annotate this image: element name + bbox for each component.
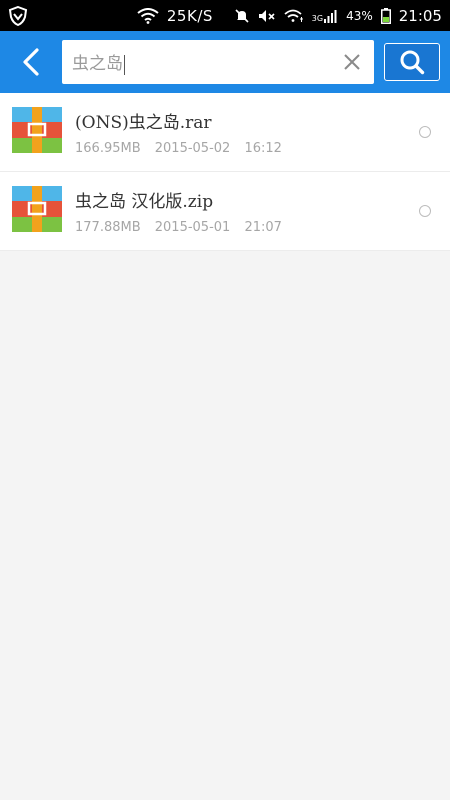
list-item[interactable]: 虫之岛 汉化版.zip 177.88MB 2015-05-01 21:07 (0, 172, 450, 251)
search-toolbar: 虫之岛 (0, 31, 450, 93)
file-time: 16:12 (244, 141, 282, 156)
volume-muted-icon (258, 9, 276, 23)
list-item[interactable]: (ONS)虫之岛.rar 166.95MB 2015-05-02 16:12 (0, 93, 450, 172)
file-size: 177.88MB (75, 220, 141, 235)
file-meta: 166.95MB 2015-05-02 16:12 (75, 141, 450, 156)
network-speed: 25K/S (166, 6, 213, 25)
battery-percent: 43% (346, 8, 373, 23)
clear-search-button[interactable] (340, 50, 364, 74)
close-icon (344, 54, 360, 70)
back-button[interactable] (0, 31, 62, 93)
back-arrow-icon (22, 48, 40, 76)
cell-signal-icon: 3G (312, 9, 338, 23)
archive-file-icon (0, 107, 75, 157)
select-radio[interactable] (419, 205, 431, 217)
search-input-text: 虫之岛 (72, 49, 340, 75)
wifi-icon (137, 7, 159, 24)
search-button[interactable] (384, 43, 440, 81)
wifi-signal-icon (284, 8, 304, 24)
search-icon (399, 49, 425, 75)
file-name: (ONS)虫之岛.rar (75, 113, 212, 133)
file-meta: 177.88MB 2015-05-01 21:07 (75, 220, 450, 235)
shield-icon (8, 5, 28, 26)
battery-icon (380, 7, 391, 24)
status-bar: 25K/S 3G 43% 21:05 (0, 0, 450, 31)
file-date: 2015-05-01 (154, 220, 231, 235)
select-radio[interactable] (419, 126, 431, 138)
file-date: 2015-05-02 (154, 141, 231, 156)
file-time: 21:07 (244, 220, 282, 235)
search-query: 虫之岛 (72, 54, 123, 75)
search-results-list: (ONS)虫之岛.rar 166.95MB 2015-05-02 16:12 虫… (0, 93, 450, 251)
archive-file-icon (0, 186, 75, 236)
search-input[interactable]: 虫之岛 (62, 40, 374, 84)
notification-muted-icon (234, 8, 250, 24)
file-size: 166.95MB (75, 141, 141, 156)
file-name: 虫之岛 汉化版.zip (75, 192, 214, 212)
clock: 21:05 (398, 6, 442, 25)
text-caret (124, 54, 125, 75)
